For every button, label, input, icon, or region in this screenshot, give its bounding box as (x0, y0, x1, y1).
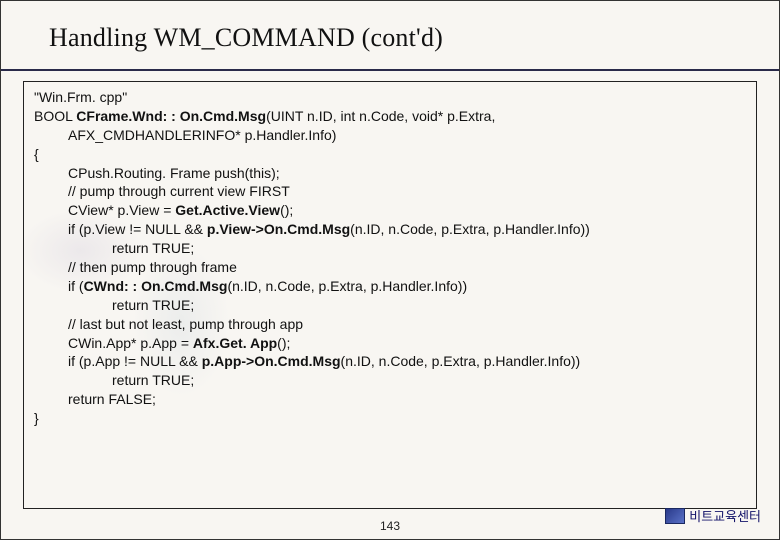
code-brace-open: { (34, 145, 746, 164)
l10-bold: Afx.Get. App (193, 335, 277, 351)
slide-title: Handling WM_COMMAND (cont'd) (1, 1, 779, 57)
code-l10: CWin.App* p.App = Afx.Get. App(); (34, 334, 746, 353)
sig1-prefix: BOOL (34, 108, 76, 124)
code-l5: return TRUE; (34, 239, 746, 258)
code-l8: return TRUE; (34, 296, 746, 315)
code-l11: if (p.App != NULL && p.App->On.Cmd.Msg(n… (34, 352, 746, 371)
code-file-label: "Win.Frm. cpp" (34, 88, 746, 107)
brand-text: 비트교육센터 (689, 506, 761, 525)
sig1-bold: CFrame.Wnd: : On.Cmd.Msg (76, 108, 266, 124)
l10-rest: (); (277, 335, 290, 351)
code-box: "Win.Frm. cpp" BOOL CFrame.Wnd: : On.Cmd… (23, 81, 757, 509)
l7-prefix: if ( (68, 278, 84, 294)
l7-rest: (n.ID, n.Code, p.Extra, p.Handler.Info)) (227, 278, 467, 294)
sig1-rest: (UINT n.ID, int n.Code, void* p.Extra, (266, 108, 495, 124)
l3-bold: Get.Active.View (175, 202, 280, 218)
l3-prefix: CView* p.View = (68, 202, 175, 218)
slide: Handling WM_COMMAND (cont'd) "Win.Frm. c… (1, 1, 779, 539)
title-rule (1, 69, 779, 71)
code-l1: CPush.Routing. Frame push(this); (34, 164, 746, 183)
code-l7: if (CWnd: : On.Cmd.Msg(n.ID, n.Code, p.E… (34, 277, 746, 296)
l3-rest: (); (280, 202, 293, 218)
code-l3: CView* p.View = Get.Active.View(); (34, 201, 746, 220)
code-sig-line-2: AFX_CMDHANDLERINFO* p.Handler.Info) (34, 126, 746, 145)
code-l4: if (p.View != NULL && p.View->On.Cmd.Msg… (34, 220, 746, 239)
code-l6: // then pump through frame (34, 258, 746, 277)
l11-bold: p.App->On.Cmd.Msg (202, 353, 341, 369)
code-l2: // pump through current view FIRST (34, 182, 746, 201)
l4-bold: p.View->On.Cmd.Msg (207, 221, 350, 237)
l7-bold: CWnd: : On.Cmd.Msg (84, 278, 228, 294)
code-l13: return FALSE; (34, 390, 746, 409)
page-number: 143 (1, 519, 779, 533)
l4-prefix: if (p.View != NULL && (68, 221, 207, 237)
code-l9: // last but not least, pump through app (34, 315, 746, 334)
l11-prefix: if (p.App != NULL && (68, 353, 202, 369)
code-l12: return TRUE; (34, 371, 746, 390)
code-sig-line-1: BOOL CFrame.Wnd: : On.Cmd.Msg(UINT n.ID,… (34, 107, 746, 126)
brand-logo-icon (665, 508, 685, 524)
l4-rest: (n.ID, n.Code, p.Extra, p.Handler.Info)) (350, 221, 590, 237)
l10-prefix: CWin.App* p.App = (68, 335, 193, 351)
code-brace-close: } (34, 409, 746, 428)
brand-label: 비트교육센터 (665, 506, 761, 525)
l11-rest: (n.ID, n.Code, p.Extra, p.Handler.Info)) (341, 353, 581, 369)
